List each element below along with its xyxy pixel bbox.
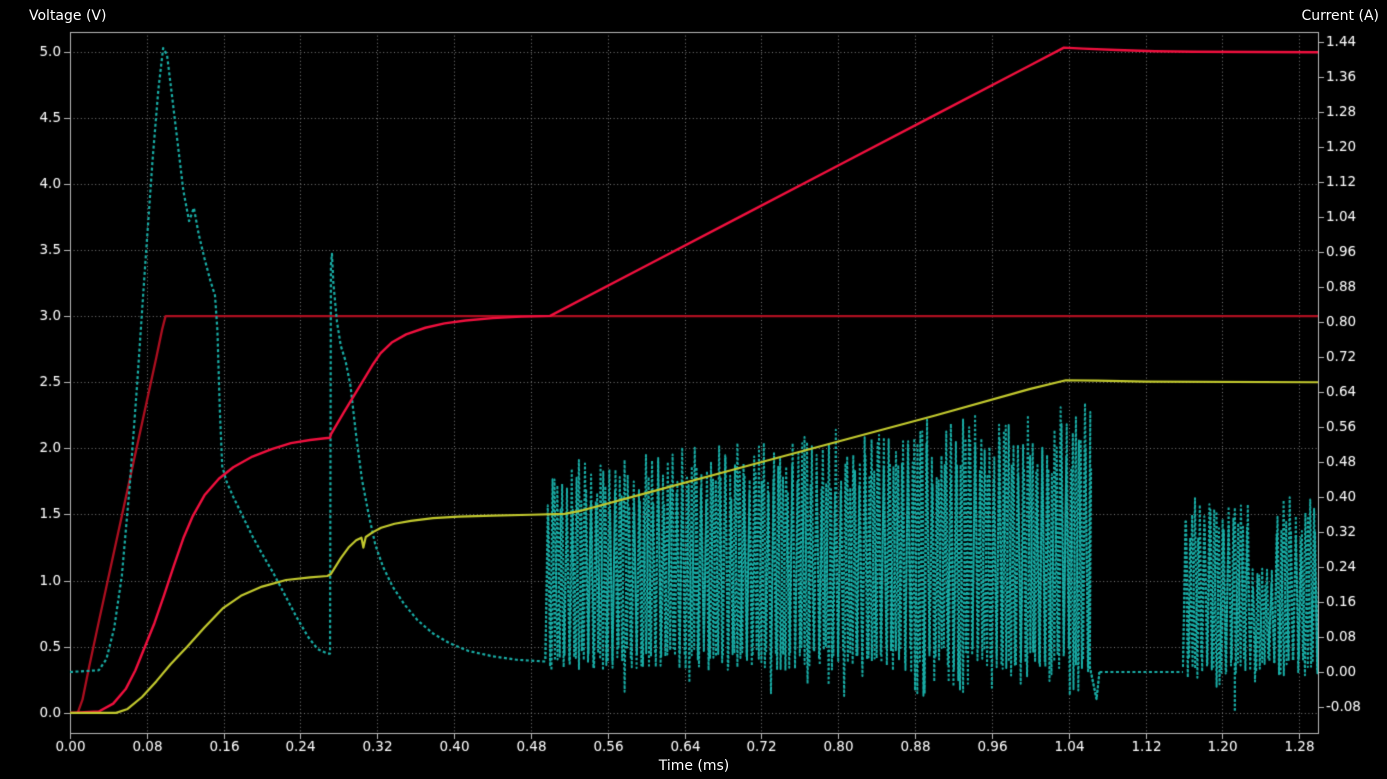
time-axis-title: Time (ms) xyxy=(70,757,1318,775)
waveform-viewer-panel: Voltage (V) Current (A) Time (ms) xyxy=(0,0,1387,779)
voltage-axis-title: Voltage (V) xyxy=(29,7,106,25)
waveform-canvas xyxy=(0,0,1387,779)
current-axis-title: Current (A) xyxy=(1301,7,1379,25)
